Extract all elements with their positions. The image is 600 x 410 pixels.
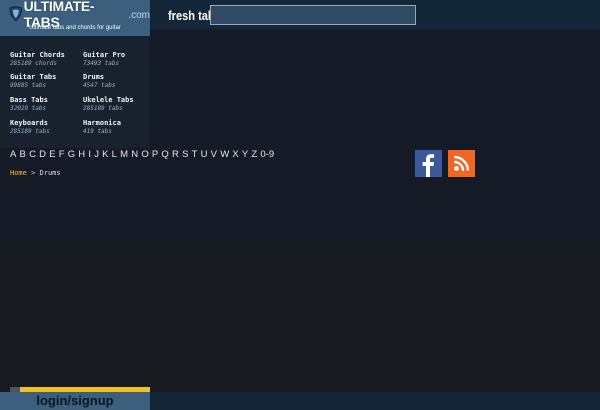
category-drums[interactable]: Drums 4547 tabs	[83, 73, 155, 89]
category-name[interactable]: Bass Tabs	[10, 96, 82, 105]
category-count: 73493 tabs	[83, 60, 120, 67]
category-count: 99885 tabs	[10, 82, 47, 89]
site-logo[interactable]: ULTIMATE-TABS .com	[9, 0, 150, 30]
alphabet-link[interactable]: X	[232, 149, 238, 160]
breadcrumb-current: Drums	[39, 169, 61, 177]
alphabet-link[interactable]: M	[120, 149, 128, 160]
alphabet-link[interactable]: O	[141, 149, 148, 160]
category-name[interactable]: Keyboards	[10, 119, 82, 128]
category-count: 419 tabs	[83, 128, 112, 135]
breadcrumb: Home > Drums	[10, 169, 61, 177]
alphabet-link[interactable]: 0-9	[260, 149, 274, 160]
alphabet-link[interactable]: D	[39, 149, 46, 160]
alphabet-link[interactable]: F	[59, 149, 65, 160]
fresh-tab-label: fresh tab	[168, 8, 215, 23]
category-guitar-pro[interactable]: Guitar Pro 73493 tabs	[83, 51, 155, 67]
category-count: 4547 tabs	[83, 82, 116, 89]
category-bass-tabs[interactable]: Bass Tabs 32029 tabs	[10, 96, 82, 112]
alphabet-link[interactable]: Y	[242, 149, 248, 160]
logo-suffix: .com	[128, 10, 150, 21]
alphabet-link[interactable]: W	[220, 149, 229, 160]
category-sidebar: Guitar Chords 285189 chords Guitar Pro 7…	[0, 36, 150, 148]
guitar-pick-icon	[9, 6, 23, 22]
category-count: 285189 tabs	[83, 105, 123, 112]
logo-area[interactable]: ULTIMATE-TABS .com Ultimate tabs and cho…	[0, 0, 150, 36]
logo-tagline: Ultimate tabs and chords for guitar	[29, 25, 121, 31]
category-count: 285189 tabs	[10, 128, 50, 135]
alphabet-link[interactable]: T	[192, 149, 198, 160]
category-name[interactable]: Guitar Chords	[10, 51, 82, 60]
category-guitar-tabs[interactable]: Guitar Tabs 99885 tabs	[10, 73, 82, 89]
alphabet-link[interactable]: U	[201, 149, 208, 160]
rss-icon[interactable]	[448, 150, 475, 177]
alphabet-link[interactable]: V	[211, 149, 217, 160]
facebook-glyph-icon	[422, 154, 435, 177]
category-name[interactable]: Harmonica	[83, 119, 155, 128]
alphabet-index: A B C D E F G H I J K L M N O P Q R S T U V W X Y Z 0-9	[10, 149, 277, 160]
breadcrumb-separator: >	[31, 169, 36, 177]
alphabet-link[interactable]: A	[10, 149, 16, 160]
category-name[interactable]: Guitar Pro	[83, 51, 155, 60]
alphabet-link[interactable]: I	[88, 149, 91, 160]
alphabet-link[interactable]: R	[172, 149, 179, 160]
alphabet-link[interactable]: J	[94, 149, 99, 160]
alphabet-link[interactable]: Q	[161, 149, 168, 160]
login-signup-button[interactable]: login/signup	[0, 392, 150, 410]
alphabet-link[interactable]: B	[20, 149, 26, 160]
alphabet-link[interactable]: K	[102, 149, 108, 160]
category-name[interactable]: Drums	[83, 73, 155, 82]
alphabet-link[interactable]: N	[131, 149, 138, 160]
category-guitar-chords[interactable]: Guitar Chords 285189 chords	[10, 51, 82, 67]
alphabet-link[interactable]: E	[49, 149, 55, 160]
category-keyboards[interactable]: Keyboards 285189 tabs	[10, 119, 82, 135]
alphabet-link[interactable]: Z	[251, 149, 257, 160]
alphabet-link[interactable]: P	[152, 149, 158, 160]
alphabet-link[interactable]: G	[68, 149, 75, 160]
category-ukelele-tabs[interactable]: Ukelele Tabs 285189 tabs	[83, 96, 155, 112]
category-harmonica[interactable]: Harmonica 419 tabs	[83, 119, 155, 135]
category-name[interactable]: Guitar Tabs	[10, 73, 82, 82]
rss-glyph-icon	[454, 155, 470, 171]
category-name[interactable]: Ukelele Tabs	[83, 96, 155, 105]
category-count: 32029 tabs	[10, 105, 47, 112]
search-input[interactable]	[210, 5, 416, 25]
alphabet-link[interactable]: S	[182, 149, 188, 160]
alphabet-link[interactable]: C	[29, 149, 36, 160]
alphabet-link[interactable]: L	[112, 149, 117, 160]
category-count: 285189 chords	[10, 60, 57, 67]
facebook-icon[interactable]	[415, 150, 442, 177]
alphabet-link[interactable]: H	[78, 149, 85, 160]
breadcrumb-home-link[interactable]: Home	[10, 169, 27, 177]
